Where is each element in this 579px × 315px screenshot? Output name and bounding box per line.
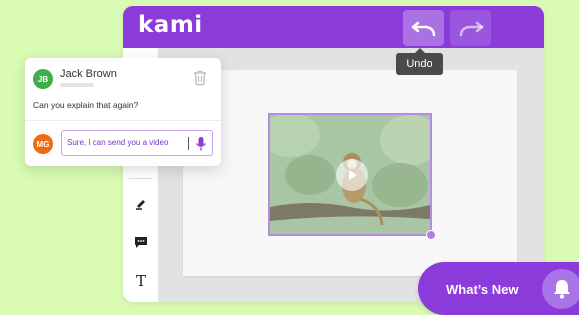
reply-text: Sure, I can send you a video xyxy=(67,138,169,147)
highlighter-tool[interactable] xyxy=(130,193,152,215)
play-button[interactable] xyxy=(336,159,368,191)
kami-logo: kami xyxy=(138,12,203,38)
avatar: MG xyxy=(33,134,53,154)
video-thumbnail[interactable] xyxy=(268,113,432,236)
top-toolbar: kami xyxy=(123,6,544,48)
comment-icon xyxy=(135,237,147,248)
resize-handle[interactable] xyxy=(426,230,436,240)
text-tool[interactable]: T xyxy=(130,270,152,292)
comment-author-name: Jack Brown xyxy=(60,68,117,80)
redo-button[interactable] xyxy=(450,10,491,46)
whats-new-button[interactable]: What’s New xyxy=(418,262,579,315)
avatar: JB xyxy=(33,69,53,89)
trash-icon xyxy=(194,70,206,86)
microphone-icon xyxy=(195,137,207,151)
redo-icon xyxy=(459,21,483,37)
play-icon xyxy=(349,170,357,180)
undo-icon xyxy=(411,21,435,37)
sidebar-divider xyxy=(129,178,152,179)
highlighter-icon xyxy=(136,200,145,210)
comment-timestamp-placeholder xyxy=(60,83,94,87)
text-icon: T xyxy=(135,272,146,290)
voice-record-button[interactable] xyxy=(194,136,208,152)
text-cursor xyxy=(188,137,189,150)
delete-comment-button[interactable] xyxy=(193,70,207,86)
comment-card: JB Jack Brown Can you explain that again… xyxy=(25,58,221,166)
comment-tool[interactable] xyxy=(130,231,152,253)
bell-icon xyxy=(554,280,570,299)
undo-tooltip: Undo xyxy=(396,48,443,75)
comment-text: Can you explain that again? xyxy=(33,100,139,110)
whats-new-label: What’s New xyxy=(446,282,519,297)
undo-button[interactable] xyxy=(403,10,444,46)
reply-input[interactable]: Sure, I can send you a video xyxy=(61,130,213,156)
notification-bell[interactable] xyxy=(542,269,579,309)
comment-divider xyxy=(25,120,221,121)
